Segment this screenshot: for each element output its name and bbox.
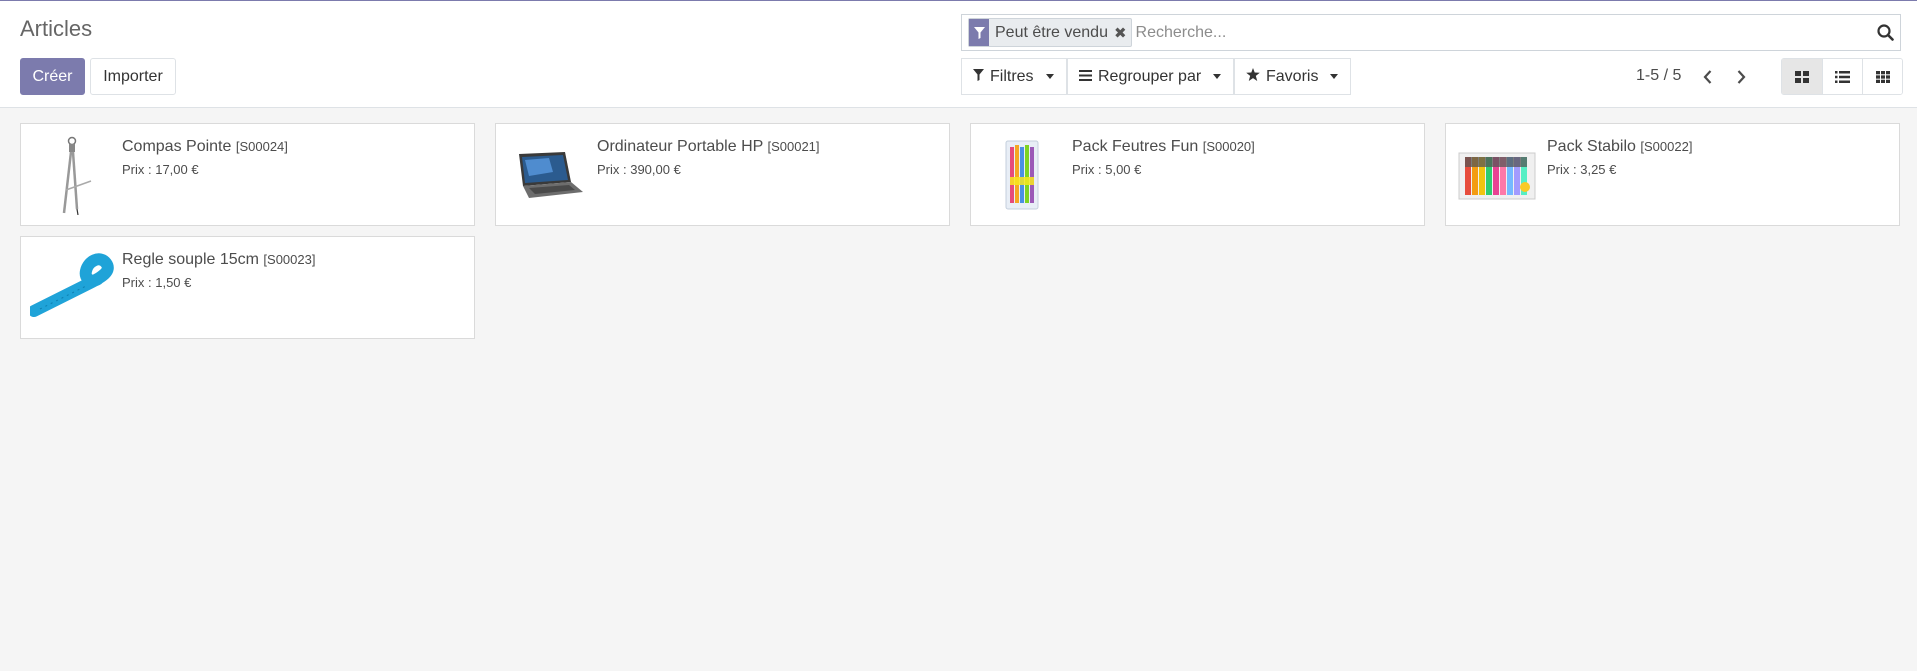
product-name: Regle souple 15cm xyxy=(122,251,259,268)
product-price: Prix : 17,00 € xyxy=(122,162,199,177)
highlighters-pack-image xyxy=(1452,130,1542,220)
kanban-view-button[interactable] xyxy=(1782,59,1822,94)
pager-value[interactable]: 1-5 / 5 xyxy=(1636,67,1681,85)
product-reference: [S00020] xyxy=(1202,139,1255,154)
markers-pack-image xyxy=(977,130,1067,220)
import-button[interactable]: Importer xyxy=(90,58,176,95)
filter-icon xyxy=(969,19,989,46)
product-reference: [S00023] xyxy=(263,252,316,267)
product-price: Prix : 3,25 € xyxy=(1547,162,1617,177)
kanban-view: Compas Pointe [S00024] Prix : 17,00 € Or… xyxy=(20,123,1900,339)
product-price: Prix : 1,50 € xyxy=(122,275,192,290)
search-bar: Peut être vendu ✖ xyxy=(961,14,1901,51)
caret-down-icon xyxy=(1213,74,1222,79)
pager-next-button[interactable] xyxy=(1727,63,1755,91)
compass-image xyxy=(27,130,117,220)
product-price: Prix : 5,00 € xyxy=(1072,162,1142,177)
pager-previous-button[interactable] xyxy=(1693,63,1721,91)
product-card[interactable]: Compas Pointe [S00024] Prix : 17,00 € xyxy=(20,123,475,226)
kanban-icon xyxy=(1795,70,1809,83)
list-icon xyxy=(1835,70,1850,83)
group-by-dropdown[interactable]: Regrouper par xyxy=(1067,58,1234,95)
favorites-label: Favoris xyxy=(1266,67,1319,85)
product-card[interactable]: Ordinateur Portable HP [S00021] Prix : 3… xyxy=(495,123,950,226)
search-icon[interactable] xyxy=(1870,24,1900,41)
facet-remove-icon[interactable]: ✖ xyxy=(1114,24,1127,42)
grid-view-button[interactable] xyxy=(1862,59,1902,94)
product-name: Ordinateur Portable HP xyxy=(597,138,764,155)
product-reference: [S00024] xyxy=(235,139,288,154)
ruler-image xyxy=(27,243,117,333)
page-title: Articles xyxy=(20,16,93,41)
bars-icon xyxy=(1079,68,1092,86)
filters-dropdown[interactable]: Filtres xyxy=(961,58,1067,95)
search-facet: Peut être vendu ✖ xyxy=(968,18,1132,47)
grid-icon xyxy=(1875,70,1890,83)
product-card[interactable]: Pack Stabilo [S00022] Prix : 3,25 € xyxy=(1445,123,1900,226)
favorites-dropdown[interactable]: Favoris xyxy=(1234,58,1351,95)
caret-down-icon xyxy=(1045,74,1054,79)
facet-label: Peut être vendu xyxy=(995,23,1108,41)
star-icon xyxy=(1246,67,1260,86)
create-button[interactable]: Créer xyxy=(20,58,85,95)
control-panel: Articles Créer Importer Peut être vendu … xyxy=(0,1,1917,108)
chevron-left-icon xyxy=(1703,70,1711,84)
product-reference: [S00022] xyxy=(1640,139,1693,154)
product-name: Pack Stabilo xyxy=(1547,138,1636,155)
product-card[interactable]: Regle souple 15cm [S00023] Prix : 1,50 € xyxy=(20,236,475,339)
chevron-right-icon xyxy=(1737,70,1745,84)
product-name: Compas Pointe xyxy=(122,138,232,155)
product-card[interactable]: Pack Feutres Fun [S00020] Prix : 5,00 € xyxy=(970,123,1425,226)
filter-icon xyxy=(973,68,984,86)
caret-down-icon xyxy=(1330,74,1339,79)
group-by-label: Regrouper par xyxy=(1098,67,1202,85)
laptop-image xyxy=(502,130,592,220)
search-input[interactable] xyxy=(1135,23,1870,42)
filters-label: Filtres xyxy=(990,67,1034,85)
list-view-button[interactable] xyxy=(1822,59,1862,94)
view-switcher xyxy=(1781,58,1903,95)
product-name: Pack Feutres Fun xyxy=(1072,138,1199,155)
product-reference: [S00021] xyxy=(767,139,820,154)
product-price: Prix : 390,00 € xyxy=(597,162,681,177)
